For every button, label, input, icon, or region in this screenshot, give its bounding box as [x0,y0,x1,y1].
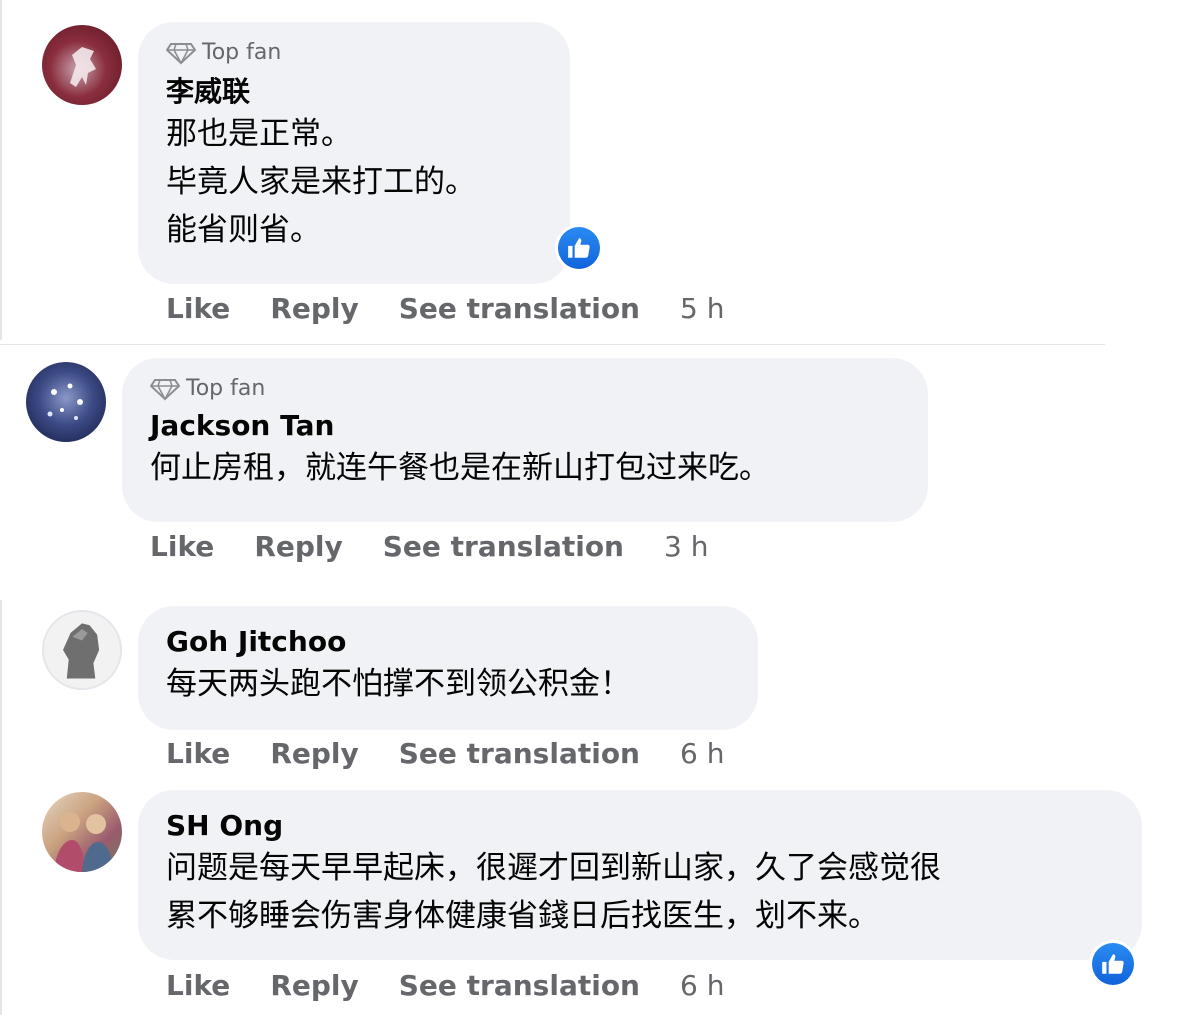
comment-bubble: SH Ong 问题是每天早早起床，很遲才回到新山家，久了会感觉很 累不够睡会伤害… [138,790,1142,960]
comment-author[interactable]: 李威联 [166,74,542,110]
see-translation-link[interactable]: See translation [399,969,640,1002]
diamond-icon [166,43,196,65]
thread-edge [0,600,2,1015]
badge-label: Top fan [186,376,266,401]
comment-text: 何止房租，就连午餐也是在新山打包过来吃。 [150,450,770,486]
like-icon [1102,954,1124,974]
like-button[interactable]: Like [166,969,230,1002]
comment-actions: Like Reply See translation 6 h [166,737,724,770]
comment-author[interactable]: Jackson Tan [150,408,900,444]
reply-button[interactable]: Reply [270,969,358,1002]
comment-author[interactable]: Goh Jitchoo [166,624,730,660]
see-translation-link[interactable]: See translation [399,292,640,325]
comment-text: 问题是每天早早起床，很遲才回到新山家，久了会感觉很 累不够睡会伤害身体健康省錢日… [166,850,941,934]
top-fan-badge: Top fan [150,374,900,404]
avatar[interactable] [42,792,122,872]
comment-bubble: Top fan 李威联 那也是正常。 毕竟人家是来打工的。 能省则省。 [138,22,570,284]
thread-edge [0,0,2,340]
see-translation-link[interactable]: See translation [399,737,640,770]
avatar[interactable] [26,362,106,442]
comment-actions: Like Reply See translation 3 h [150,530,708,563]
diamond-icon [150,379,180,401]
comment-author[interactable]: SH Ong [166,808,1114,844]
comment-text: 每天两头跑不怕撑不到领公积金！ [166,666,631,702]
timestamp[interactable]: 6 h [680,737,724,770]
avatar[interactable] [42,25,122,105]
comment-actions: Like Reply See translation 6 h [166,969,724,1002]
like-button[interactable]: Like [150,530,214,563]
reply-button[interactable]: Reply [254,530,342,563]
timestamp[interactable]: 3 h [664,530,708,563]
comment-text: 那也是正常。 毕竟人家是来打工的。 能省则省。 [166,116,476,248]
reaction-button[interactable] [1089,940,1137,988]
timestamp[interactable]: 6 h [680,969,724,1002]
avatar[interactable] [42,610,122,690]
comment-bubble: Top fan Jackson Tan 何止房租，就连午餐也是在新山打包过来吃。 [122,358,928,522]
reply-button[interactable]: Reply [270,737,358,770]
badge-label: Top fan [202,40,282,65]
like-button[interactable]: Like [166,737,230,770]
reaction-button[interactable] [555,224,603,272]
horse-head-icon [63,623,100,679]
starry-sky-icon [47,383,83,420]
like-icon [568,238,590,258]
people-photo-icon [54,812,114,872]
timestamp[interactable]: 5 h [680,292,724,325]
like-button[interactable]: Like [166,292,230,325]
top-fan-badge: Top fan [166,38,542,68]
comment-bubble: Goh Jitchoo 每天两头跑不怕撑不到领公积金！ [138,606,758,730]
horse-logo-icon [70,47,96,87]
see-translation-link[interactable]: See translation [383,530,624,563]
reply-button[interactable]: Reply [270,292,358,325]
divider [0,344,1105,345]
comment-actions: Like Reply See translation 5 h [166,292,724,325]
